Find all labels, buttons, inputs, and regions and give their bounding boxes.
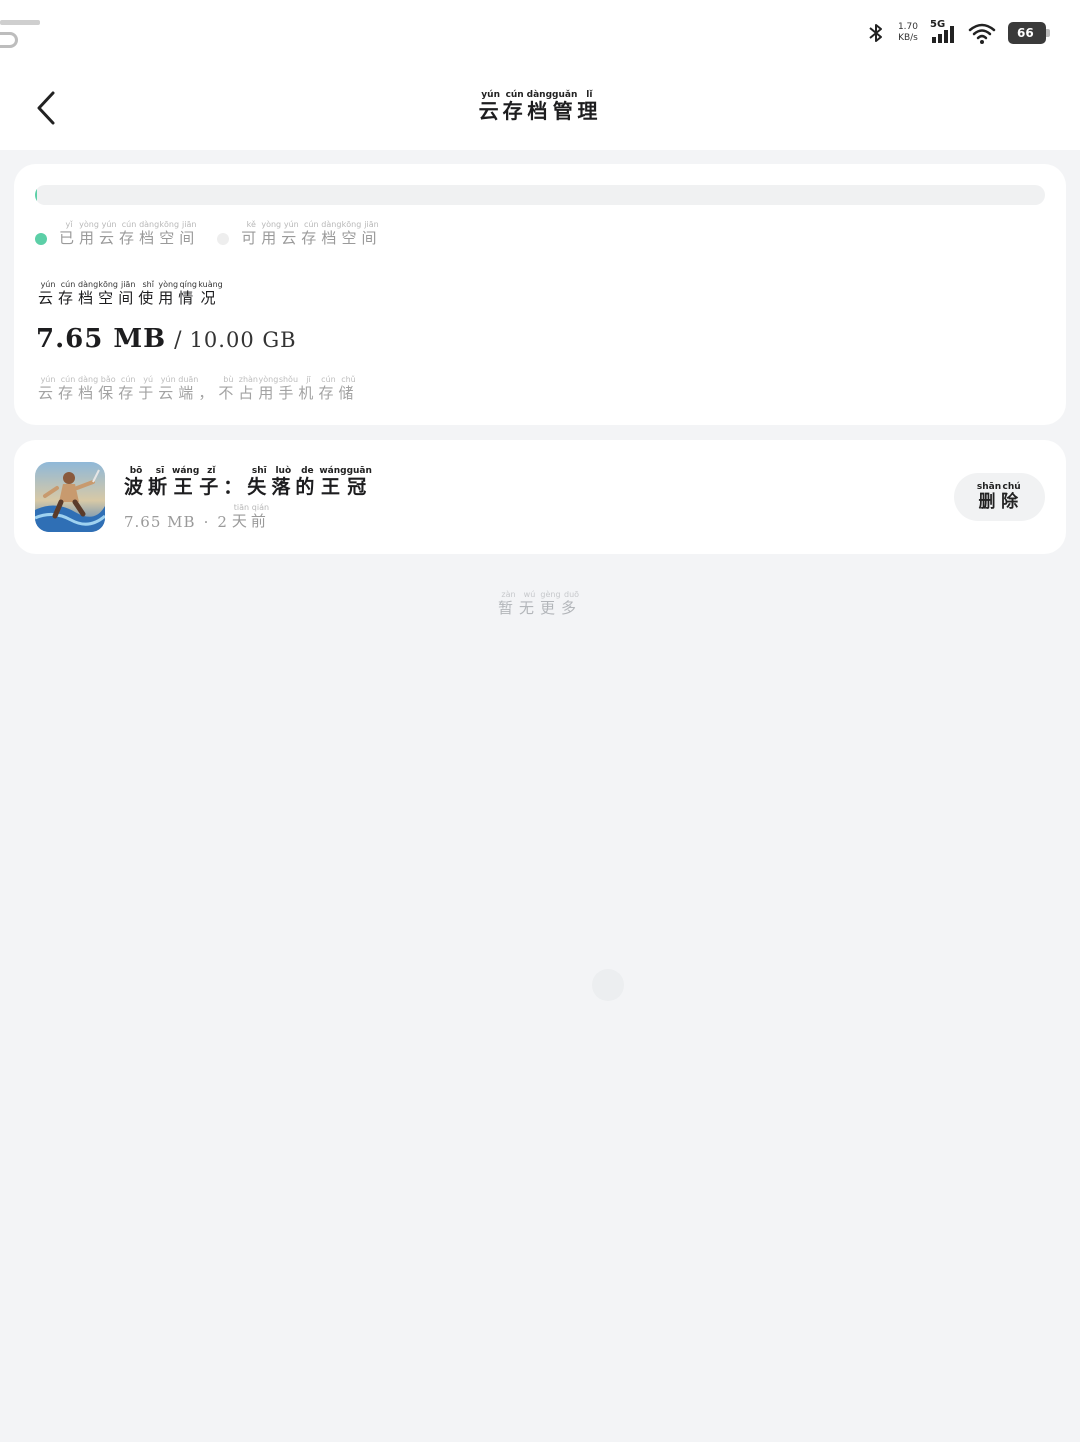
usage-title: 云yún存cún档dàng空kōng间jiān使shǐ用yòng情qíng况ku…	[38, 280, 223, 307]
legend-available-label: 可kě用yòng云yún存cún档dàng空kōng间jiān	[241, 220, 382, 247]
meta-separator: ·	[203, 513, 210, 531]
storage-usage-card: 已yǐ用yòng云yún存cún档dàng空kōng间jiān 可kě用yòng…	[14, 164, 1066, 425]
legend-used: 已yǐ用yòng云yún存cún档dàng空kōng间jiān	[35, 220, 199, 248]
net-speed-unit: KB/s	[898, 33, 918, 43]
usage-amount: 7.65 MB / 10.00 GB	[36, 324, 297, 354]
used-amount: 7.65 MB	[36, 324, 167, 354]
battery-icon: 66	[1008, 22, 1050, 44]
net-speed-value: 1.70	[897, 22, 918, 32]
storage-progress-bar	[35, 185, 1045, 205]
save-age-unit: 天tiān前qián	[231, 503, 270, 530]
net-speed: 1.70 KB/s	[898, 22, 918, 44]
legend-available: 可kě用yòng云yún存cún档dàng空kōng间jiān	[217, 220, 381, 248]
save-list-item: 波bō斯sī王wáng子zǐ：失shī落luò的de王wáng冠guān 7.6…	[14, 440, 1066, 554]
page-header: 云yún存cún档dàng管guǎn理lǐ	[0, 66, 1080, 150]
delete-button[interactable]: 删shān 除chú	[954, 473, 1045, 521]
loading-indicator	[592, 969, 624, 1001]
wifi-icon	[968, 23, 996, 44]
amount-separator: /	[174, 328, 182, 353]
bluetooth-icon	[869, 24, 882, 42]
gesture-indicator	[0, 20, 40, 25]
page-title: 云yún存cún档dàng管guǎn理lǐ	[478, 90, 602, 123]
available-dot-icon	[217, 233, 230, 245]
save-age-number: 2	[217, 513, 228, 531]
status-bar: 1.70 KB/s 5G 66	[0, 0, 1080, 66]
save-meta: 7.65 MB · 2 天tiān前qián	[124, 503, 270, 531]
no-more-note: 暂zàn无wú更gèng多duō	[497, 590, 583, 617]
floating-window-icon	[0, 32, 18, 48]
storage-legend: 已yǐ用yòng云yún存cún档dàng空kōng间jiān 可kě用yòng…	[35, 220, 381, 248]
save-size: 7.65 MB	[124, 513, 196, 531]
storage-progress-fill	[35, 185, 37, 205]
legend-used-label: 已yǐ用yòng云yún存cún档dàng空kōng间jiān	[59, 220, 200, 247]
used-dot-icon	[35, 233, 47, 245]
signal-icon: 5G	[930, 19, 956, 45]
total-amount: 10.00 GB	[189, 328, 297, 352]
game-icon	[35, 462, 105, 532]
usage-note: 云yún存cún档dàng保bǎo存cún于yú云yún端duān，不bù占zh…	[38, 375, 359, 402]
battery-level: 66	[1017, 26, 1034, 40]
game-name: 波bō斯sī王wáng子zǐ：失shī落luò的de王wáng冠guān	[124, 466, 372, 498]
status-icons: 1.70 KB/s 5G 66	[866, 18, 1050, 48]
